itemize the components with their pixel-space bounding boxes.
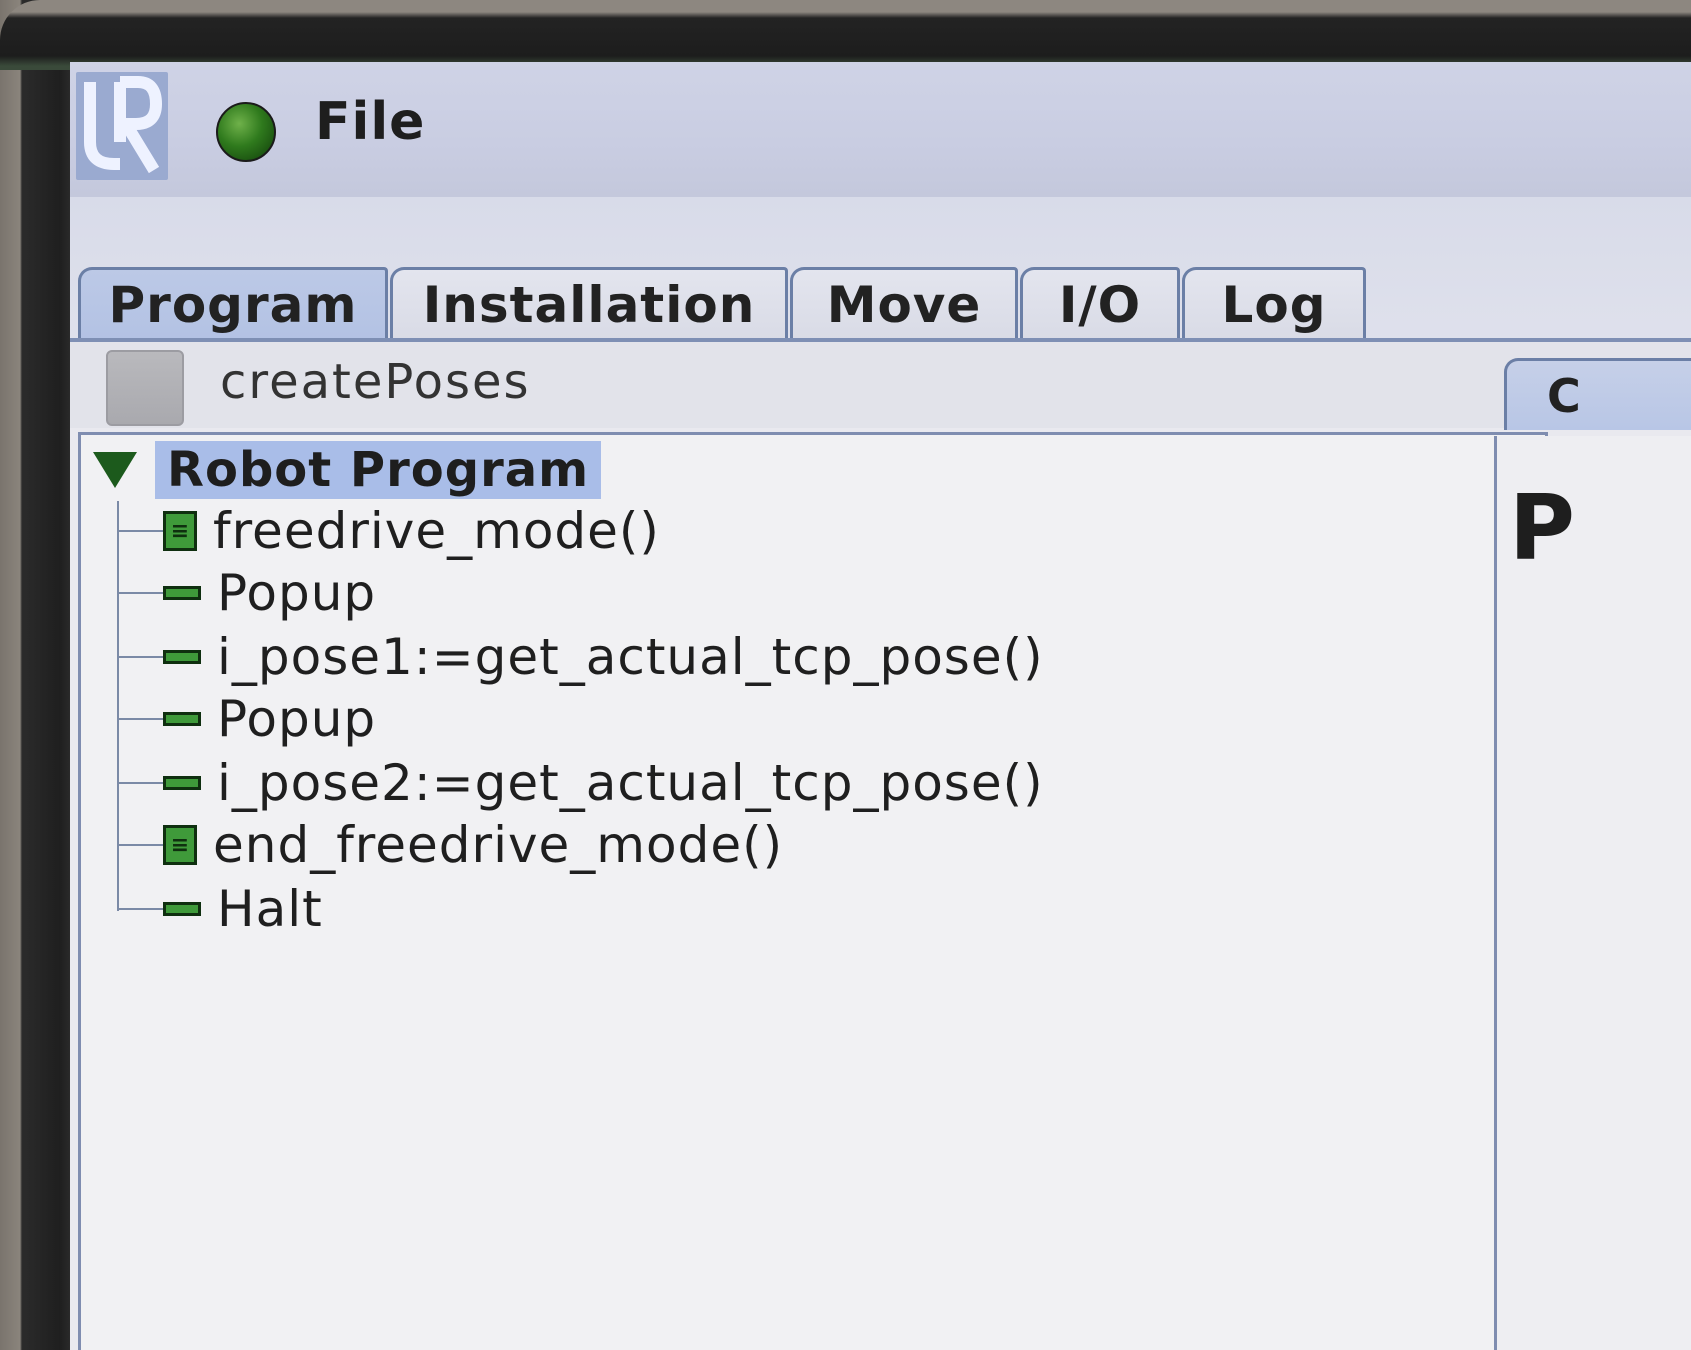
tree-branch (117, 656, 163, 658)
tree-branch (117, 844, 163, 846)
tree-root-label: Robot Program (155, 441, 602, 499)
tree-branch (117, 908, 163, 910)
tree-node-label: freedrive_mode() (213, 502, 660, 560)
tree-node-label: Popup (217, 690, 377, 748)
tree-node-label: i_pose2:=get_actual_tcp_pose() (217, 754, 1044, 812)
tree-node-label: Popup (217, 564, 377, 622)
robot-status-icon[interactable] (216, 102, 276, 162)
tab-bar: Program Installation Move I/O Log (70, 197, 1691, 347)
tree-node-assign-pose2[interactable]: i_pose2:=get_actual_tcp_pose() (117, 753, 1044, 813)
expand-triangle-icon[interactable] (93, 452, 137, 488)
command-icon (163, 776, 201, 790)
polyscope-screen: File Program Installation Move I/O Log c… (70, 62, 1691, 1350)
monitor-bezel-top (0, 0, 1691, 70)
program-name: createPoses (220, 354, 531, 410)
tree-node-freedrive[interactable]: ≡ freedrive_mode() (117, 501, 660, 561)
tree-node-end-freedrive[interactable]: ≡ end_freedrive_mode() (117, 815, 783, 875)
command-icon (163, 650, 201, 664)
tab-log[interactable]: Log (1182, 267, 1366, 339)
program-file-icon[interactable] (106, 350, 184, 426)
tree-root[interactable]: Robot Program (93, 441, 602, 499)
program-tree: Robot Program ≡ freedrive_mode() Popup i… (78, 432, 1548, 1350)
ur-logo (76, 72, 168, 180)
script-icon: ≡ (163, 825, 197, 865)
command-icon (163, 586, 201, 600)
tab-io[interactable]: I/O (1020, 267, 1180, 339)
tree-node-halt[interactable]: Halt (117, 879, 323, 939)
tree-branch (117, 592, 163, 594)
tab-installation[interactable]: Installation (390, 267, 788, 339)
file-menu[interactable]: File (315, 92, 425, 152)
command-icon (163, 902, 201, 916)
tree-branch (117, 782, 163, 784)
tree-node-label: i_pose1:=get_actual_tcp_pose() (217, 628, 1044, 686)
tab-move[interactable]: Move (790, 267, 1018, 339)
right-panel-heading: P (1509, 476, 1575, 581)
tree-node-assign-pose1[interactable]: i_pose1:=get_actual_tcp_pose() (117, 627, 1044, 687)
command-icon (163, 712, 201, 726)
program-name-row: createPoses (70, 342, 1691, 428)
right-panel: C P (1494, 292, 1691, 1350)
right-panel-body: P (1494, 436, 1691, 1350)
script-icon: ≡ (163, 511, 197, 551)
tree-node-popup-1[interactable]: Popup (117, 563, 376, 623)
tree-node-label: end_freedrive_mode() (213, 816, 784, 874)
main-tabs: Program Installation Move I/O Log (78, 267, 1368, 341)
header-bar: File (70, 62, 1691, 197)
tree-node-popup-2[interactable]: Popup (117, 689, 376, 749)
tab-command[interactable]: C (1504, 358, 1691, 430)
tab-program[interactable]: Program (78, 267, 388, 339)
tree-branch (117, 530, 163, 532)
tree-branch (117, 718, 163, 720)
tree-node-label: Halt (217, 880, 323, 938)
